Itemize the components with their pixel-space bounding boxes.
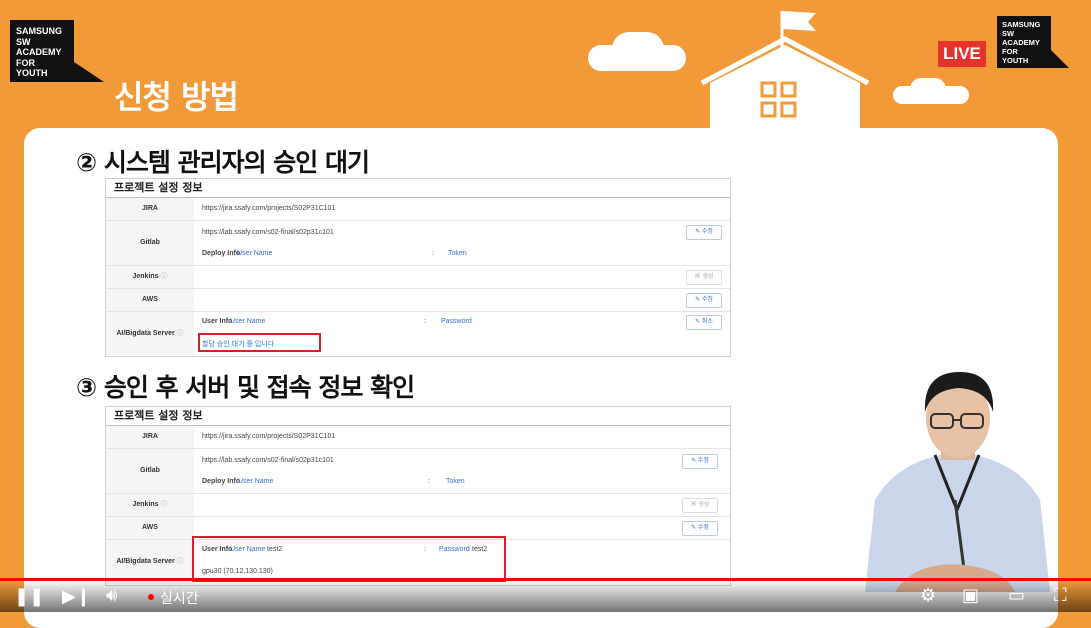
table-row: Gitlab https://lab.ssafy.com/s02-final/s…: [106, 449, 730, 494]
jenkins-label-text: Jenkins: [132, 273, 159, 280]
table-title: 프로젝트 설정 정보: [106, 179, 730, 198]
section2-heading: ③ 승인 후 서버 및 접속 정보 확인: [76, 373, 415, 402]
school-building-icon: [700, 11, 870, 130]
table-row: Jenkins ⓘ ▣ 생성: [106, 494, 730, 517]
ssafy-logo-left: SAMSUNG SW ACADEMY FOR YOUTH: [10, 20, 74, 82]
logo-line: FOR: [1002, 47, 1018, 56]
gitlab-label: Gitlab: [106, 449, 194, 493]
jira-label: JIRA: [106, 426, 194, 448]
play-pause-icon[interactable]: ❚❚: [14, 586, 44, 607]
gitlab-label: Gitlab: [106, 221, 194, 265]
user-name: User Name: [230, 318, 266, 325]
aws-label: AWS: [106, 289, 194, 311]
logo-left-tail: [74, 62, 104, 82]
deploy-token: Token: [446, 478, 465, 485]
gitlab-url[interactable]: https://lab.ssafy.com/s02-final/s02p31c1…: [202, 229, 334, 236]
jenkins-create-button[interactable]: ▣ 생성: [686, 270, 722, 285]
jenkins-label-text: Jenkins: [132, 501, 159, 508]
aws-edit-button[interactable]: ✎ 수정: [682, 521, 718, 536]
deploy-user-name: User Name: [237, 250, 273, 257]
table-title: 프로젝트 설정 정보: [106, 407, 730, 426]
edit-button-label: 수정: [697, 458, 709, 464]
deploy-info-label: Deploy Info: [202, 478, 241, 485]
ai-bigdata-label-text: AI/Bigdata Server: [116, 330, 175, 337]
deploy-colon: :: [432, 250, 434, 257]
create-button-label: 생성: [702, 274, 714, 280]
logo-line: SW: [1002, 29, 1015, 38]
info-icon: ⓘ: [160, 501, 168, 508]
edit-button-label: 수정: [701, 297, 713, 303]
logo-line: YOUTH: [16, 68, 48, 78]
create-button-label: 생성: [698, 502, 710, 508]
highlight-box-server-info: [192, 536, 506, 582]
table-row: AWS ✎ 수정: [106, 289, 730, 312]
presenter-video: [865, 372, 1050, 592]
fullscreen-icon[interactable]: ⛶: [1054, 585, 1067, 606]
ssafy-logo-right: SAMSUNG SW ACADEMY FOR YOUTH: [997, 16, 1051, 68]
gitlab-url[interactable]: https://lab.ssafy.com/s02-final/s02p31c1…: [202, 457, 334, 464]
highlight-box-pending: [198, 333, 321, 352]
jira-label: JIRA: [106, 198, 194, 220]
gitlab-edit-button[interactable]: ✎ 수정: [682, 454, 718, 469]
settings-icon[interactable]: ⚙: [920, 585, 936, 606]
user-colon: :: [424, 318, 426, 325]
edit-button-label: 수정: [701, 229, 713, 235]
live-badge: LIVE: [938, 41, 986, 67]
video-player-controls: ❚❚ ▶❙ 🔊︎ 실시간 ⚙ ▣ ▭ ⛶: [0, 578, 1091, 612]
user-info-label: User Info: [202, 318, 233, 325]
info-icon: ⓘ: [160, 273, 168, 280]
table-row: Jenkins ⓘ ▣ 생성: [106, 266, 730, 289]
deploy-token: Token: [448, 250, 467, 257]
next-icon[interactable]: ▶❙: [62, 586, 91, 607]
ai-bigdata-label-text: AI/Bigdata Server: [116, 558, 175, 565]
aws-edit-button[interactable]: ✎ 수정: [686, 293, 722, 308]
cloud-left-top: [612, 32, 664, 66]
progress-bar[interactable]: [0, 578, 1091, 581]
logo-line: ACADEMY: [16, 47, 62, 57]
jenkins-create-button[interactable]: ▣ 생성: [682, 498, 718, 513]
logo-line: SAMSUNG: [1002, 20, 1041, 29]
cloud-right-top: [910, 78, 946, 100]
deploy-user-name: User Name: [238, 478, 274, 485]
table-row: JIRA https://jira.ssafy.com/projects/S02…: [106, 198, 730, 221]
logo-line: SW: [16, 36, 31, 47]
logo-right-tail: [1051, 50, 1069, 68]
ai-bigdata-label: AI/Bigdata Server ⓘ: [106, 312, 194, 355]
section1-heading: ② 시스템 관리자의 승인 대기: [76, 148, 370, 177]
miniplayer-icon[interactable]: ▣: [962, 585, 979, 606]
password: Password: [441, 318, 472, 325]
jenkins-label: Jenkins ⓘ: [106, 494, 194, 516]
volume-icon[interactable]: 🔊︎: [106, 585, 117, 606]
logo-line: ACADEMY: [1002, 38, 1040, 47]
logo-line: FOR: [16, 57, 35, 68]
deploy-info-label: Deploy Info: [202, 250, 241, 257]
live-dot-icon: [148, 594, 154, 600]
jenkins-label: Jenkins ⓘ: [106, 266, 194, 288]
edit-button-label: 수정: [697, 525, 709, 531]
theater-icon[interactable]: ▭: [1008, 585, 1025, 606]
cancel-button-label: 취소: [701, 319, 713, 325]
logo-line: YOUTH: [1002, 56, 1029, 65]
jira-url[interactable]: https://jira.ssafy.com/projects/S02P31C1…: [202, 205, 335, 212]
info-icon: ⓘ: [176, 558, 184, 565]
table-row: JIRA https://jira.ssafy.com/projects/S02…: [106, 426, 730, 449]
cancel-button[interactable]: ✎ 취소: [686, 315, 722, 330]
aws-label: AWS: [106, 517, 194, 539]
page-title: 신청 방법: [114, 78, 239, 116]
info-icon: ⓘ: [176, 330, 184, 337]
gitlab-edit-button[interactable]: ✎ 수정: [686, 225, 722, 240]
table-row: Gitlab https://lab.ssafy.com/s02-final/s…: [106, 221, 730, 266]
live-indicator-text[interactable]: 실시간: [160, 588, 199, 608]
jira-url[interactable]: https://jira.ssafy.com/projects/S02P31C1…: [202, 433, 335, 440]
logo-line: SAMSUNG: [16, 26, 63, 36]
project-settings-table-1: 프로젝트 설정 정보 JIRA https://jira.ssafy.com/p…: [105, 178, 731, 357]
deploy-colon: :: [428, 478, 430, 485]
